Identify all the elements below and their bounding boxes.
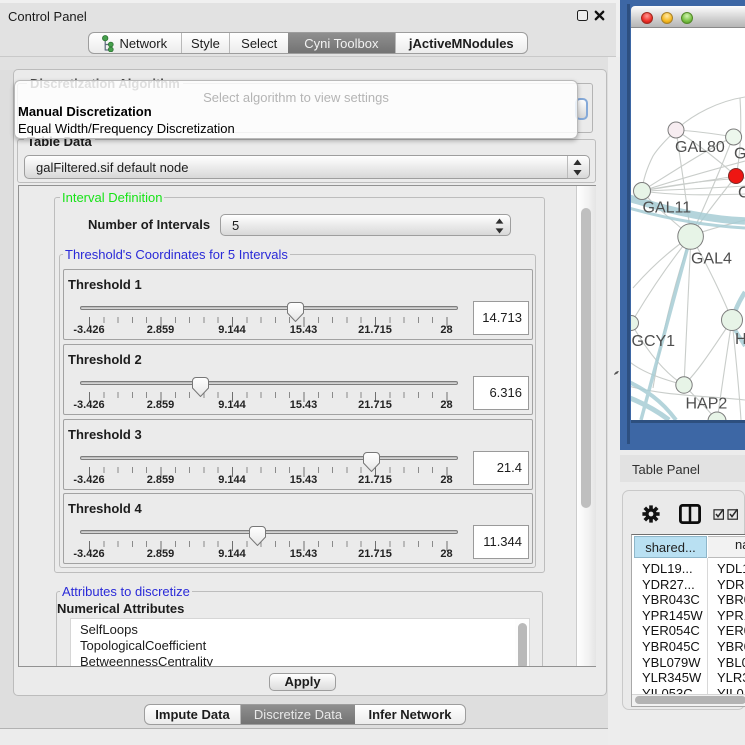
svg-text:GAL80: GAL80 — [675, 139, 725, 156]
svg-text:GAL11: GAL11 — [643, 200, 692, 217]
svg-text:GA: GA — [734, 146, 745, 163]
svg-text:H: H — [735, 331, 745, 348]
svg-text:C: C — [738, 185, 745, 202]
svg-text:GCY1: GCY1 — [632, 333, 676, 350]
svg-text:HAP2: HAP2 — [686, 396, 728, 413]
svg-text:GAL4: GAL4 — [691, 251, 732, 268]
